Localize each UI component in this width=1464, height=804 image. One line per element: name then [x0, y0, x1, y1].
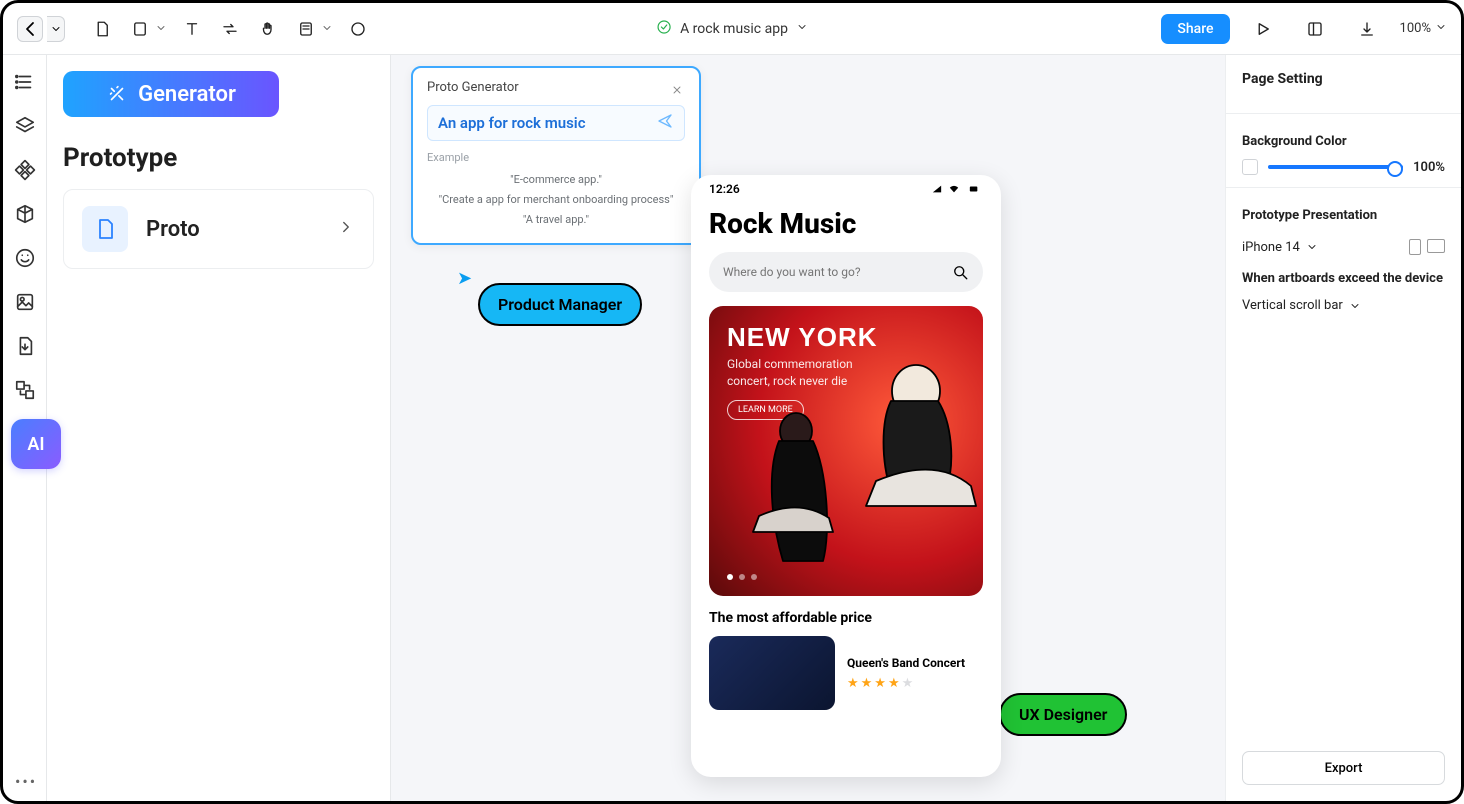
panel-title: Proto Generator — [427, 80, 519, 95]
scroll-select[interactable]: Vertical scroll bar — [1242, 298, 1445, 313]
link-tool-icon[interactable] — [219, 18, 241, 40]
device-select[interactable]: iPhone 14 — [1242, 240, 1318, 255]
search-icon — [951, 263, 969, 281]
share-button[interactable]: Share — [1161, 14, 1229, 44]
play-icon[interactable] — [1252, 18, 1274, 40]
components-icon[interactable] — [14, 159, 36, 181]
generator-button[interactable]: Generator — [63, 71, 279, 117]
status-icons — [931, 184, 983, 194]
section-heading: The most affordable price — [691, 596, 1001, 626]
zoom-dropdown-icon[interactable] — [1435, 21, 1447, 37]
export-button[interactable]: Export — [1242, 751, 1445, 785]
close-icon[interactable] — [671, 81, 685, 95]
concert-name: Queen's Band Concert — [847, 656, 983, 670]
emoticon-icon[interactable] — [14, 247, 36, 269]
project-dropdown-icon[interactable] — [796, 21, 808, 37]
proto-generator-panel: Proto Generator Example "E-commerce app.… — [411, 66, 701, 245]
chevron-right-icon — [337, 218, 355, 240]
opacity-value: 100% — [1413, 160, 1445, 175]
list-item[interactable]: Queen's Band Concert ★★★★★ — [709, 636, 983, 710]
file-icon — [82, 206, 128, 252]
example-label: Example — [427, 151, 685, 164]
canvas-area[interactable]: Proto Generator Example "E-commerce app.… — [391, 55, 1225, 801]
artboard-dropdown[interactable] — [155, 19, 165, 38]
app-heading: Rock Music — [691, 203, 1001, 252]
right-panel: Page Setting Background Color 100% Proto… — [1225, 55, 1461, 801]
proto-name: Proto — [146, 217, 319, 242]
left-panel: Generator Prototype Proto — [47, 55, 391, 801]
phone-artboard[interactable]: 12:26 Rock Music NEW YORK Global commemo… — [691, 175, 1001, 777]
panel-heading: Page Setting — [1242, 71, 1445, 87]
layers-icon[interactable] — [14, 115, 36, 137]
prototype-heading: Prototype — [63, 143, 374, 173]
artboard-icon[interactable] — [129, 18, 151, 40]
hand-tool-icon[interactable] — [257, 18, 279, 40]
text-tool-icon[interactable] — [181, 18, 203, 40]
notes-dropdown[interactable] — [321, 19, 331, 38]
rating-stars: ★★★★★ — [847, 676, 983, 691]
convert-icon[interactable] — [14, 379, 36, 401]
example-list: "E-commerce app." "Create a app for merc… — [427, 170, 685, 229]
import-file-icon[interactable] — [14, 335, 36, 357]
search-field[interactable] — [709, 252, 983, 292]
outline-icon[interactable] — [14, 71, 36, 93]
color-swatch[interactable] — [1242, 159, 1258, 175]
back-button[interactable] — [17, 16, 43, 42]
checkmark-icon — [656, 19, 672, 39]
collaborator-pill-ux: UX Designer — [999, 693, 1127, 736]
layout-icon[interactable] — [1304, 18, 1326, 40]
cursor-icon: ➤ — [457, 268, 472, 289]
opacity-slider[interactable] — [1268, 165, 1403, 169]
more-icon[interactable]: ••• — [15, 772, 37, 791]
project-title[interactable]: A rock music app — [680, 21, 788, 37]
presentation-label: Prototype Presentation — [1242, 208, 1445, 223]
hero-card[interactable]: NEW YORK Global commemoration concert, r… — [709, 306, 983, 596]
image-icon[interactable] — [14, 291, 36, 313]
notes-tool-icon[interactable] — [295, 18, 317, 40]
concert-thumb — [709, 636, 835, 710]
back-dropdown[interactable] — [47, 16, 65, 42]
comment-tool-icon[interactable] — [347, 18, 369, 40]
package-icon[interactable] — [14, 203, 36, 225]
portrait-button[interactable] — [1409, 239, 1421, 255]
page-icon[interactable] — [91, 18, 113, 40]
bg-label: Background Color — [1242, 134, 1445, 149]
top-toolbar: A rock music app Share 100% — [3, 3, 1461, 55]
download-icon[interactable] — [1356, 18, 1378, 40]
landscape-button[interactable] — [1427, 239, 1445, 253]
exceed-label: When artboards exceed the device — [1242, 271, 1445, 286]
status-time: 12:26 — [709, 182, 740, 196]
prompt-input[interactable] — [438, 114, 656, 132]
zoom-value[interactable]: 100% — [1400, 21, 1431, 36]
search-input[interactable] — [723, 265, 941, 279]
send-icon[interactable] — [656, 112, 674, 134]
proto-card[interactable]: Proto — [63, 189, 374, 269]
collaborator-pill-pm: Product Manager — [478, 283, 642, 326]
